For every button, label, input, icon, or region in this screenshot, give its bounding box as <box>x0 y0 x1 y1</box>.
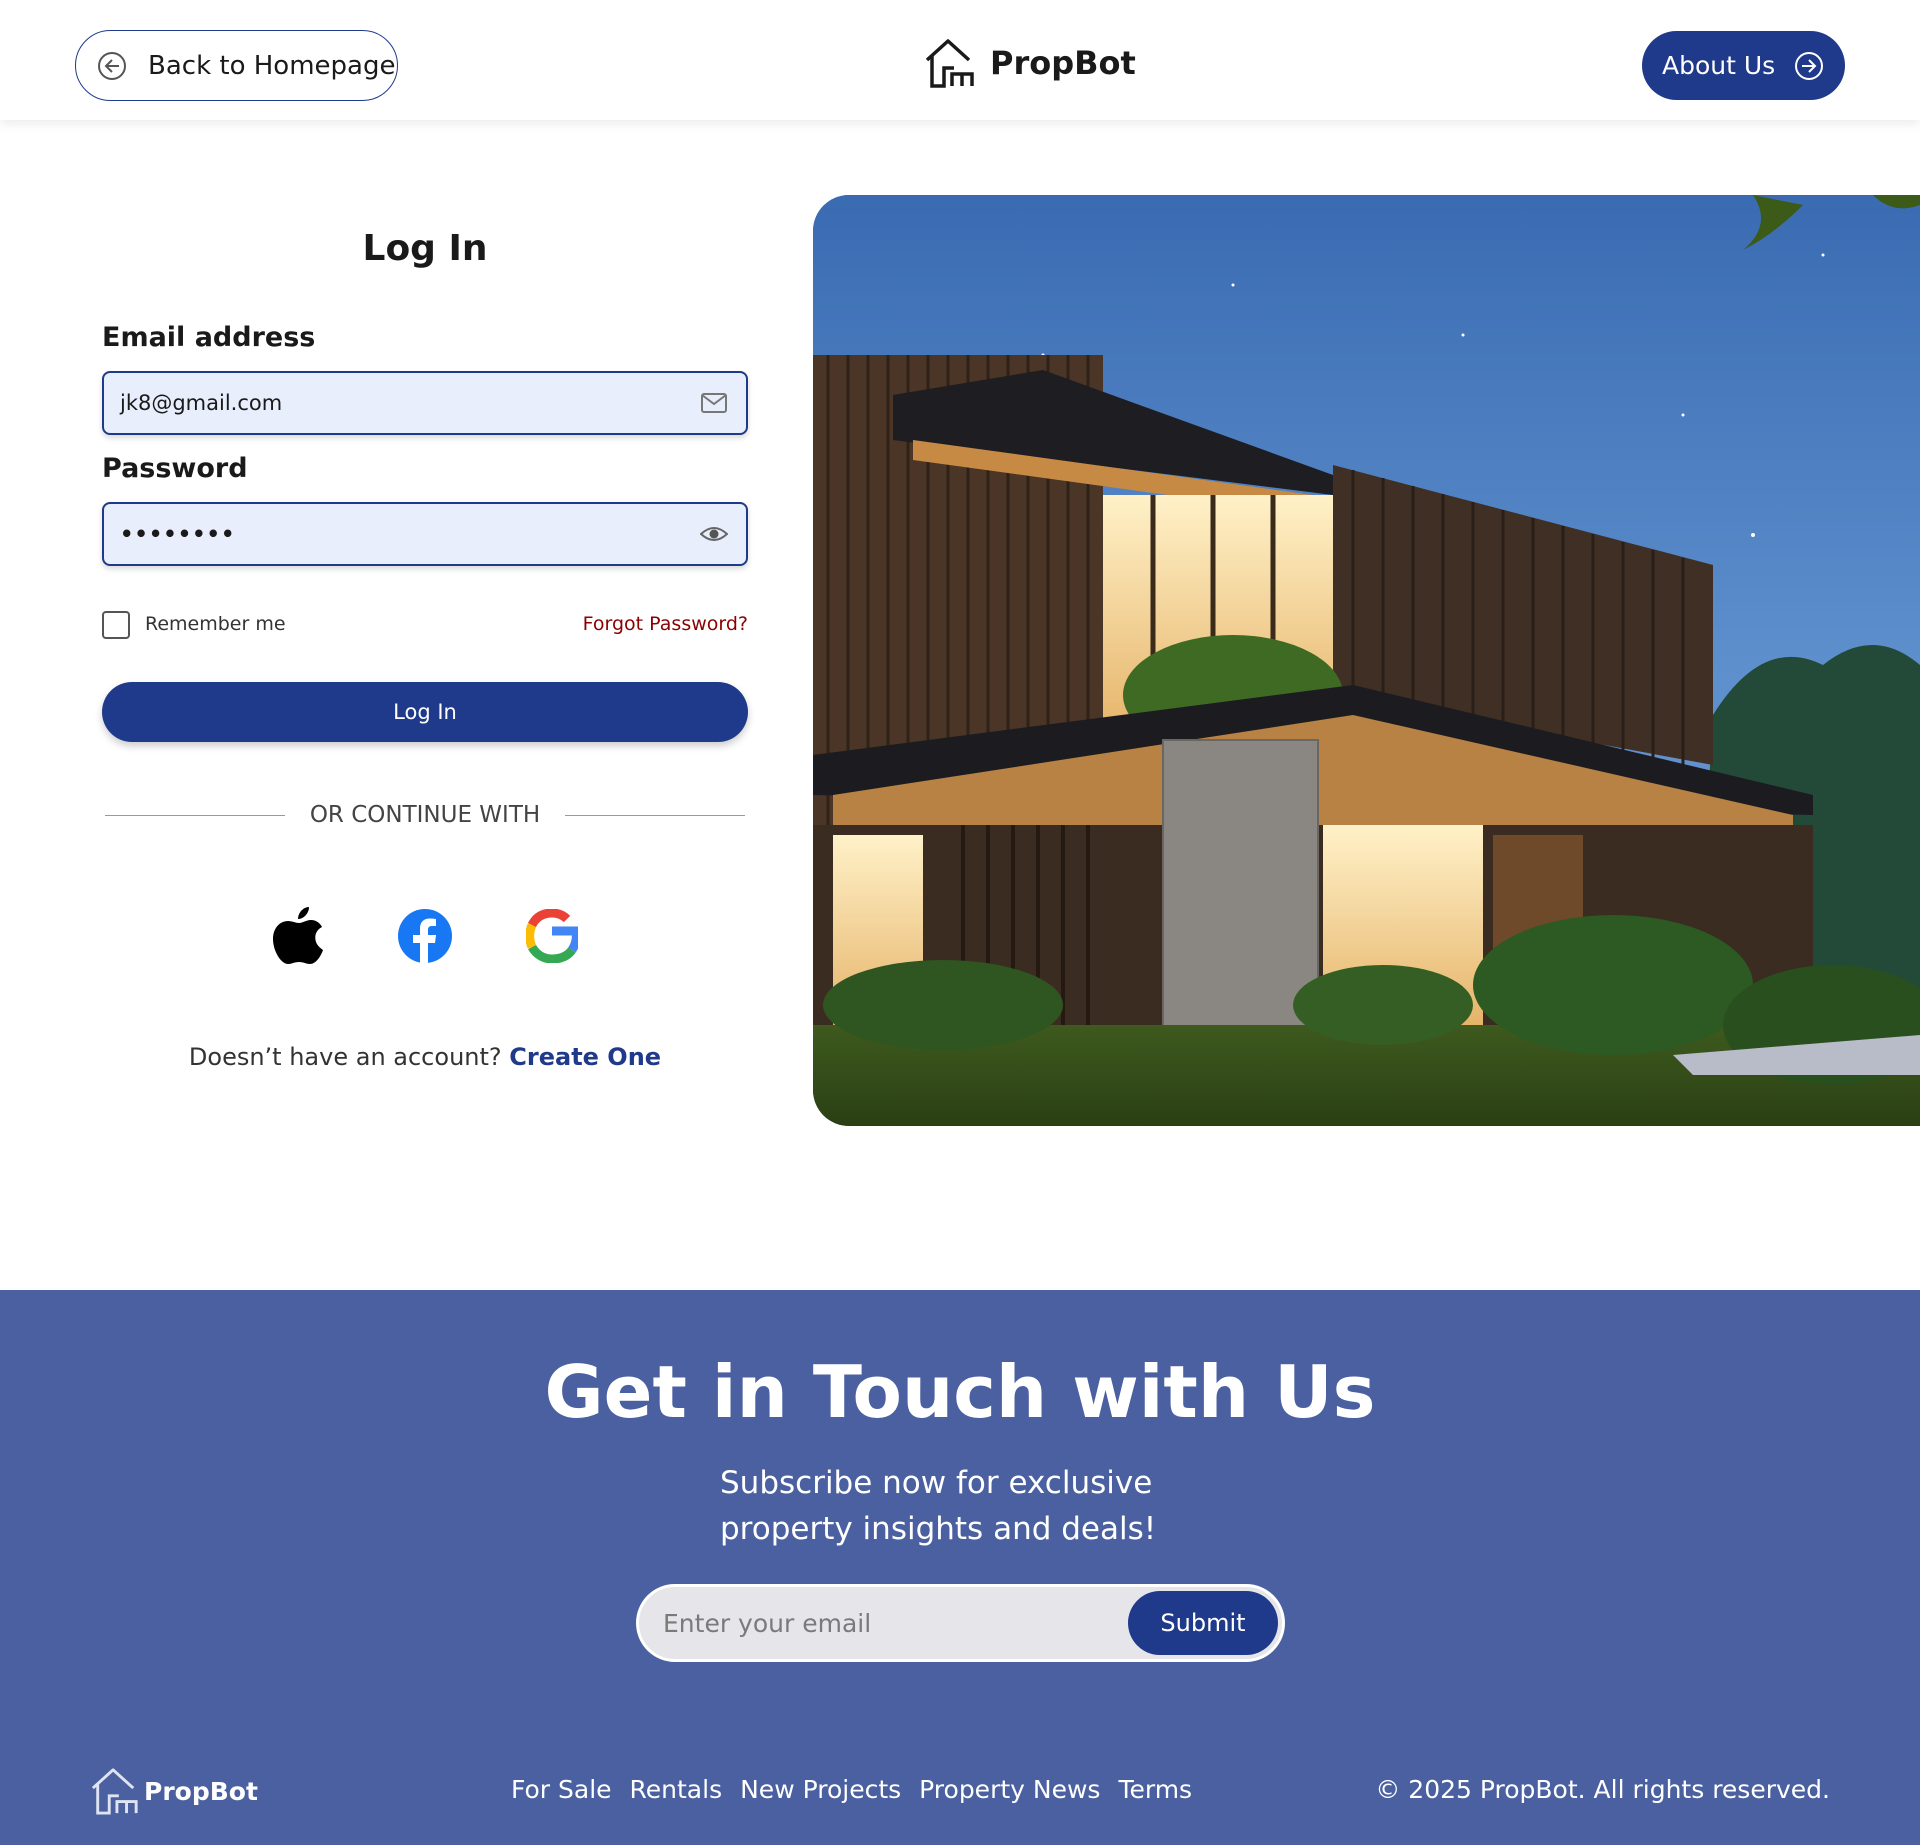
password-value: •••••••• <box>120 522 236 546</box>
email-field[interactable]: jk8@gmail.com <box>102 371 748 435</box>
email-label: Email address <box>102 322 316 353</box>
subscribe-subtitle: Subscribe now for exclusive property ins… <box>720 1460 1200 1552</box>
house-logo-icon <box>925 39 974 88</box>
hero-house-image <box>813 195 1920 1126</box>
facebook-login-button[interactable] <box>395 906 455 966</box>
subscribe-subtitle-line1: Subscribe now for exclusive <box>720 1465 1153 1501</box>
footer-brand-name: PropBot <box>144 1776 258 1806</box>
house-illustration <box>813 195 1920 1126</box>
mail-icon <box>700 391 728 415</box>
google-login-button[interactable] <box>522 906 582 966</box>
about-us-button[interactable]: About Us <box>1642 31 1845 100</box>
footer-nav: For Sale Rentals New Projects Property N… <box>511 1775 1210 1804</box>
remember-me-label[interactable]: Remember me <box>145 613 286 635</box>
divider-left <box>105 815 285 816</box>
footer-link-new-projects[interactable]: New Projects <box>740 1775 901 1804</box>
footer-link-rentals[interactable]: Rentals <box>630 1775 723 1804</box>
footer-brand-logo[interactable]: PropBot <box>90 1766 258 1816</box>
arrow-left-icon <box>98 51 126 80</box>
or-continue-with-label: OR CONTINUE WITH <box>309 802 541 828</box>
back-to-homepage-label: Back to Homepage <box>148 50 396 81</box>
password-label: Password <box>102 453 248 484</box>
subscribe-submit-button[interactable]: Submit <box>1128 1591 1278 1655</box>
footer-link-for-sale[interactable]: For Sale <box>511 1775 612 1804</box>
footer-link-terms[interactable]: Terms <box>1118 1775 1192 1804</box>
signup-prompt: Doesn’t have an account? Create One <box>102 1043 748 1071</box>
apple-login-button[interactable] <box>269 906 329 966</box>
footer-link-property-news[interactable]: Property News <box>919 1775 1100 1804</box>
password-field[interactable]: •••••••• <box>102 502 748 566</box>
subscribe-subtitle-line2: property insights and deals! <box>720 1511 1157 1547</box>
login-title: Log In <box>362 228 488 269</box>
subscribe-form: Enter your email Submit <box>636 1584 1285 1662</box>
back-to-homepage-button[interactable]: Back to Homepage <box>75 30 398 101</box>
top-nav: Back to Homepage PropBot About Us <box>0 0 1920 120</box>
google-icon <box>526 909 578 963</box>
house-logo-icon <box>91 1768 138 1815</box>
subscribe-email-input[interactable]: Enter your email <box>663 1609 871 1638</box>
remember-me-checkbox[interactable] <box>102 611 130 639</box>
divider-right <box>565 815 745 816</box>
about-us-label: About Us <box>1662 51 1776 80</box>
brand-name: PropBot <box>990 44 1136 82</box>
facebook-icon <box>398 909 452 964</box>
copyright-text: © 2025 PropBot. All rights reserved. <box>1375 1775 1830 1804</box>
signup-prompt-text: Doesn’t have an account? <box>188 1043 502 1071</box>
create-account-link[interactable]: Create One <box>509 1043 661 1071</box>
apple-icon <box>273 907 323 964</box>
arrow-right-icon <box>1795 52 1823 80</box>
brand-logo[interactable]: PropBot <box>924 38 1136 88</box>
eye-icon[interactable] <box>700 522 728 546</box>
email-value: jk8@gmail.com <box>120 391 283 415</box>
login-button[interactable]: Log In <box>102 682 748 742</box>
get-in-touch-title: Get in Touch with Us <box>544 1350 1376 1434</box>
forgot-password-link[interactable]: Forgot Password? <box>570 613 748 635</box>
